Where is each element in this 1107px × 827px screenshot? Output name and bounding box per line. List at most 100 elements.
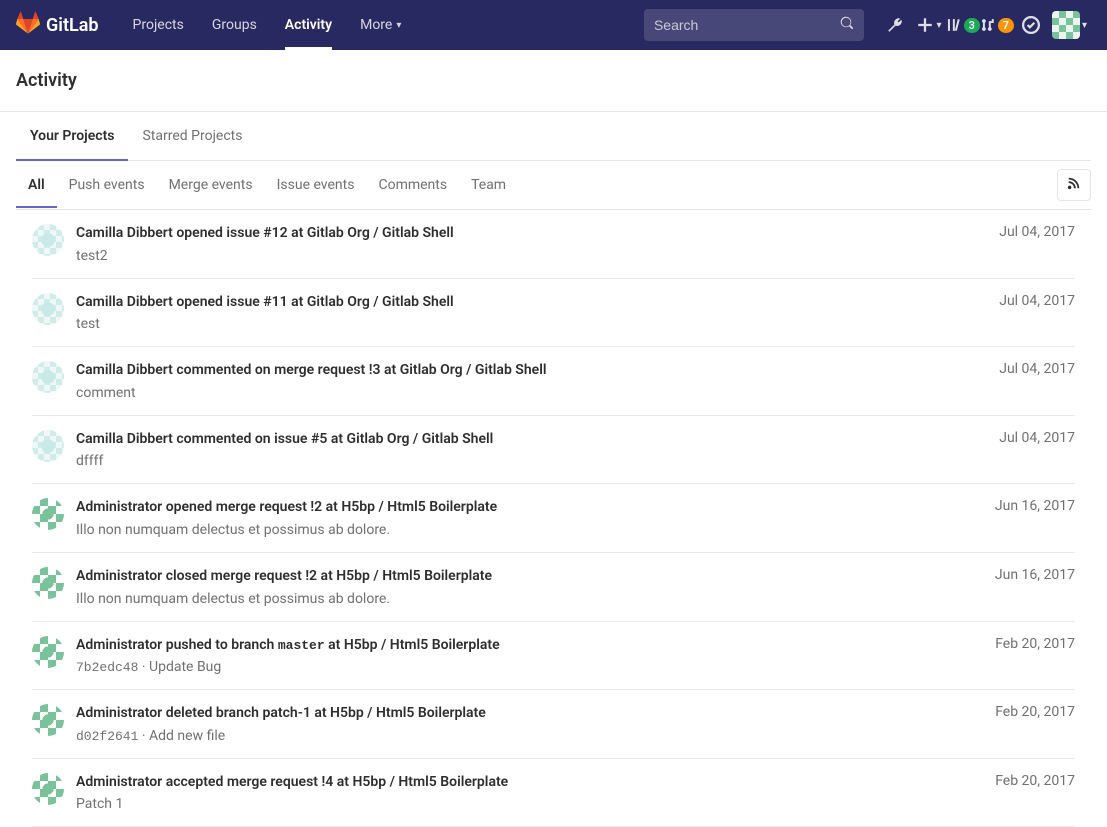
activity-list: Camilla Dibbert opened issue #12 at Gitl…	[16, 210, 1091, 827]
chevron-down-icon: ▾	[936, 20, 941, 31]
activity-body: Camilla Dibbert opened issue #12 at Gitl…	[76, 224, 1075, 264]
activity-project[interactable]: H5bp / Html5 Boilerplate	[336, 568, 492, 584]
activity-date: Jul 04, 2017	[999, 224, 1075, 240]
project-tabs: Your Projects Starred Projects	[16, 112, 1091, 161]
activity-date: Jun 16, 2017	[995, 567, 1075, 583]
activity-project[interactable]: H5bp / Html5 Boilerplate	[341, 499, 497, 515]
activity-avatar[interactable]	[32, 224, 64, 256]
commit-sha[interactable]: 7b2edc48	[76, 660, 138, 675]
activity-date: Jul 04, 2017	[999, 293, 1075, 309]
activity-at: at	[321, 568, 333, 584]
activity-at: at	[314, 705, 326, 721]
activity-item: Camilla Dibbert opened issue #11 at Gitl…	[32, 279, 1075, 348]
activity-actor[interactable]: Administrator	[76, 568, 162, 584]
activity-subtitle: Patch 1	[76, 796, 1075, 812]
activity-avatar[interactable]	[32, 361, 64, 393]
filter-team[interactable]: Team	[459, 163, 518, 207]
activity-avatar[interactable]	[32, 773, 64, 805]
activity-body: Administrator pushed to branch master at…	[76, 636, 1075, 676]
activity-title[interactable]: Administrator closed merge request !2 at…	[76, 567, 979, 587]
search-input[interactable]	[654, 17, 840, 33]
commit-sha[interactable]: d02f2641	[76, 729, 138, 744]
activity-item: Camilla Dibbert commented on issue #5 at…	[32, 416, 1075, 485]
activity-avatar[interactable]	[32, 567, 64, 599]
gitlab-logo-icon	[16, 11, 40, 39]
brand-text: GitLab	[46, 15, 99, 36]
activity-actor[interactable]: Administrator	[76, 637, 162, 653]
activity-project[interactable]: Gitlab Org / Gitlab Shell	[307, 294, 454, 310]
activity-ref[interactable]: !2	[310, 499, 322, 515]
activity-avatar[interactable]	[32, 498, 64, 530]
activity-project[interactable]: H5bp / Html5 Boilerplate	[344, 637, 500, 653]
user-menu[interactable]: ▾	[1048, 0, 1091, 50]
activity-project[interactable]: Gitlab Org / Gitlab Shell	[347, 431, 494, 447]
activity-ref[interactable]: #11	[263, 294, 287, 310]
activity-action: opened merge request	[166, 499, 307, 515]
issues-icon[interactable]: 3	[946, 0, 980, 50]
activity-date: Feb 20, 2017	[995, 773, 1075, 789]
activity-actor[interactable]: Camilla Dibbert	[76, 431, 173, 447]
activity-ref[interactable]: !3	[369, 362, 381, 378]
activity-title[interactable]: Administrator opened merge request !2 at…	[76, 498, 979, 518]
activity-at: at	[328, 637, 340, 653]
merge-requests-icon[interactable]: 7	[980, 0, 1014, 50]
activity-title[interactable]: Administrator pushed to branch master at…	[76, 636, 979, 656]
create-plus-icon[interactable]: ▾	[912, 0, 946, 50]
activity-ref[interactable]: #5	[311, 431, 327, 447]
activity-ref[interactable]: master	[278, 638, 325, 653]
activity-avatar[interactable]	[32, 704, 64, 736]
filter-push[interactable]: Push events	[57, 163, 157, 207]
rss-button[interactable]	[1057, 169, 1091, 201]
activity-action: pushed to branch	[166, 637, 275, 653]
filter-issue[interactable]: Issue events	[265, 163, 367, 207]
nav-projects[interactable]: Projects	[119, 0, 198, 50]
activity-actor[interactable]: Administrator	[76, 774, 162, 790]
admin-wrench-icon[interactable]	[878, 0, 912, 50]
nav-activity[interactable]: Activity	[271, 0, 346, 50]
activity-at: at	[384, 362, 396, 378]
activity-project[interactable]: H5bp / Html5 Boilerplate	[330, 705, 486, 721]
activity-body: Camilla Dibbert opened issue #11 at Gitl…	[76, 293, 1075, 333]
mrs-badge: 7	[998, 18, 1014, 33]
activity-avatar[interactable]	[32, 636, 64, 668]
chevron-down-icon: ▾	[396, 20, 401, 31]
activity-ref[interactable]: !4	[321, 774, 333, 790]
activity-actor[interactable]: Camilla Dibbert	[76, 294, 173, 310]
nav-more[interactable]: More ▾	[346, 0, 415, 50]
search-box[interactable]	[644, 9, 864, 41]
activity-avatar[interactable]	[32, 430, 64, 462]
activity-actor[interactable]: Camilla Dibbert	[76, 362, 173, 378]
commit-message: Add new file	[149, 728, 225, 744]
filter-merge[interactable]: Merge events	[157, 163, 265, 207]
activity-title[interactable]: Camilla Dibbert commented on merge reque…	[76, 361, 983, 381]
nav-groups[interactable]: Groups	[198, 0, 271, 50]
activity-project[interactable]: Gitlab Org / Gitlab Shell	[307, 225, 454, 241]
activity-actor[interactable]: Administrator	[76, 499, 162, 515]
activity-title[interactable]: Camilla Dibbert opened issue #12 at Gitl…	[76, 224, 983, 244]
activity-title[interactable]: Administrator accepted merge request !4 …	[76, 773, 979, 793]
activity-actor[interactable]: Administrator	[76, 705, 162, 721]
todos-icon[interactable]	[1014, 0, 1048, 50]
logo[interactable]: GitLab	[16, 11, 99, 39]
activity-project[interactable]: Gitlab Org / Gitlab Shell	[400, 362, 547, 378]
activity-at: at	[331, 431, 343, 447]
activity-title[interactable]: Administrator deleted branch patch-1 at …	[76, 704, 979, 724]
activity-ref[interactable]: !2	[305, 568, 317, 584]
tab-starred-projects[interactable]: Starred Projects	[128, 112, 256, 160]
activity-action: commented on merge request	[176, 362, 365, 378]
activity-item: Administrator closed merge request !2 at…	[32, 553, 1075, 622]
activity-ref[interactable]: #12	[263, 225, 287, 241]
activity-avatar[interactable]	[32, 293, 64, 325]
filter-all[interactable]: All	[16, 163, 57, 207]
activity-title[interactable]: Camilla Dibbert commented on issue #5 at…	[76, 430, 983, 450]
activity-title[interactable]: Camilla Dibbert opened issue #11 at Gitl…	[76, 293, 983, 313]
activity-ref[interactable]: patch-1	[262, 705, 310, 721]
tab-your-projects[interactable]: Your Projects	[16, 112, 128, 160]
activity-body: Administrator deleted branch patch-1 at …	[76, 704, 1075, 744]
activity-project[interactable]: H5bp / Html5 Boilerplate	[352, 774, 508, 790]
activity-action: deleted branch	[166, 705, 259, 721]
activity-subtitle: Illo non numquam delectus et possimus ab…	[76, 522, 1075, 538]
activity-actor[interactable]: Camilla Dibbert	[76, 225, 173, 241]
filter-comments[interactable]: Comments	[366, 163, 459, 207]
activity-date: Feb 20, 2017	[995, 636, 1075, 652]
